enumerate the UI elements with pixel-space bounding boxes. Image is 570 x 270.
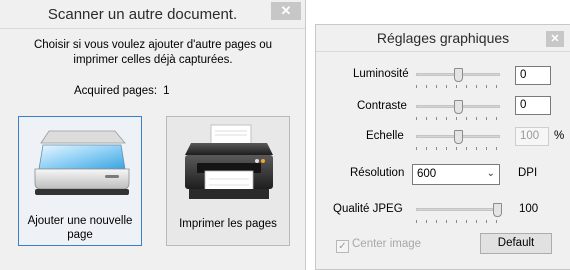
scale-label: Echelle [366, 130, 404, 142]
print-pages-label: Imprimer les pages [179, 218, 277, 230]
slider-ticks [416, 85, 500, 88]
center-image-checkbox[interactable]: ✓ Center image [336, 238, 421, 253]
scale-unit: % [554, 130, 565, 142]
slider-thumb[interactable] [454, 100, 463, 114]
checkmark-icon: ✓ [338, 241, 347, 252]
add-page-label: Ajouter une nouvelle page [21, 214, 139, 242]
graphics-dialog-title: Réglages graphiques [376, 30, 510, 46]
scanner-titlebar: Scanner un autre document. ✕ [0, 0, 305, 28]
graphics-settings-dialog: Réglages graphiques ✕ Luminosité 0 Contr… [315, 24, 570, 270]
center-image-label: Center image [352, 238, 422, 250]
add-page-label-line2: page [67, 229, 93, 241]
contrast-label: Contraste [357, 100, 407, 112]
contrast-slider[interactable] [416, 100, 500, 120]
slider-ticks [416, 117, 500, 120]
message-line-2: imprimer celles déjà capturées. [73, 54, 233, 66]
brightness-slider[interactable] [416, 68, 500, 88]
jpeg-quality-value: 100 [519, 203, 539, 215]
slider-ticks [416, 220, 502, 223]
scanner-dialog-title: Scanner un autre document. [47, 6, 238, 23]
jpeg-quality-slider[interactable] [416, 203, 502, 223]
scanner-dialog: Scanner un autre document. ✕ Choisir si … [0, 0, 306, 270]
jpeg-quality-label: Qualité JPEG [333, 203, 403, 215]
scanner-close-button[interactable]: ✕ [271, 2, 301, 20]
slider-thumb[interactable] [493, 203, 502, 217]
title-divider [316, 51, 570, 52]
close-icon: ✕ [550, 33, 560, 45]
print-pages-button[interactable]: Imprimer les pages [166, 116, 290, 246]
acquired-pages-count: 1 [163, 85, 170, 97]
resolution-unit: DPI [518, 167, 538, 179]
graphics-titlebar: Réglages graphiques ✕ [316, 25, 570, 51]
slider-thumb[interactable] [454, 130, 463, 144]
scale-value-field: 100 [515, 127, 549, 146]
scale-slider[interactable] [416, 130, 500, 150]
acquired-pages-label: Acquired pages: [74, 85, 158, 97]
scanner-icon [34, 130, 130, 195]
resolution-label: Résolution [350, 167, 405, 179]
acquired-pages: Acquired pages: 1 [74, 85, 170, 97]
chevron-down-icon: ⌄ [486, 168, 495, 179]
slider-thumb[interactable] [454, 68, 463, 82]
checkbox-box: ✓ [336, 240, 349, 253]
slider-ticks [416, 147, 500, 150]
slider-track [416, 208, 502, 211]
add-page-button[interactable]: Ajouter une nouvelle page [18, 116, 142, 246]
resolution-selected-value: 600 [417, 168, 437, 180]
close-icon: ✕ [280, 3, 292, 18]
printer-icon [185, 124, 273, 199]
resolution-select[interactable]: 600 ⌄ [412, 164, 500, 185]
add-page-label-line1: Ajouter une nouvelle [27, 215, 133, 227]
contrast-value-field[interactable]: 0 [515, 96, 551, 115]
graphics-close-button[interactable]: ✕ [546, 31, 564, 47]
title-divider [0, 28, 305, 29]
message-line-1: Choisir si vous voulez ajouter d'autre p… [33, 39, 273, 51]
brightness-value-field[interactable]: 0 [515, 66, 551, 85]
default-button[interactable]: Default [480, 233, 552, 254]
scanner-message: Choisir si vous voulez ajouter d'autre p… [20, 38, 286, 68]
brightness-label: Luminosité [353, 68, 409, 80]
